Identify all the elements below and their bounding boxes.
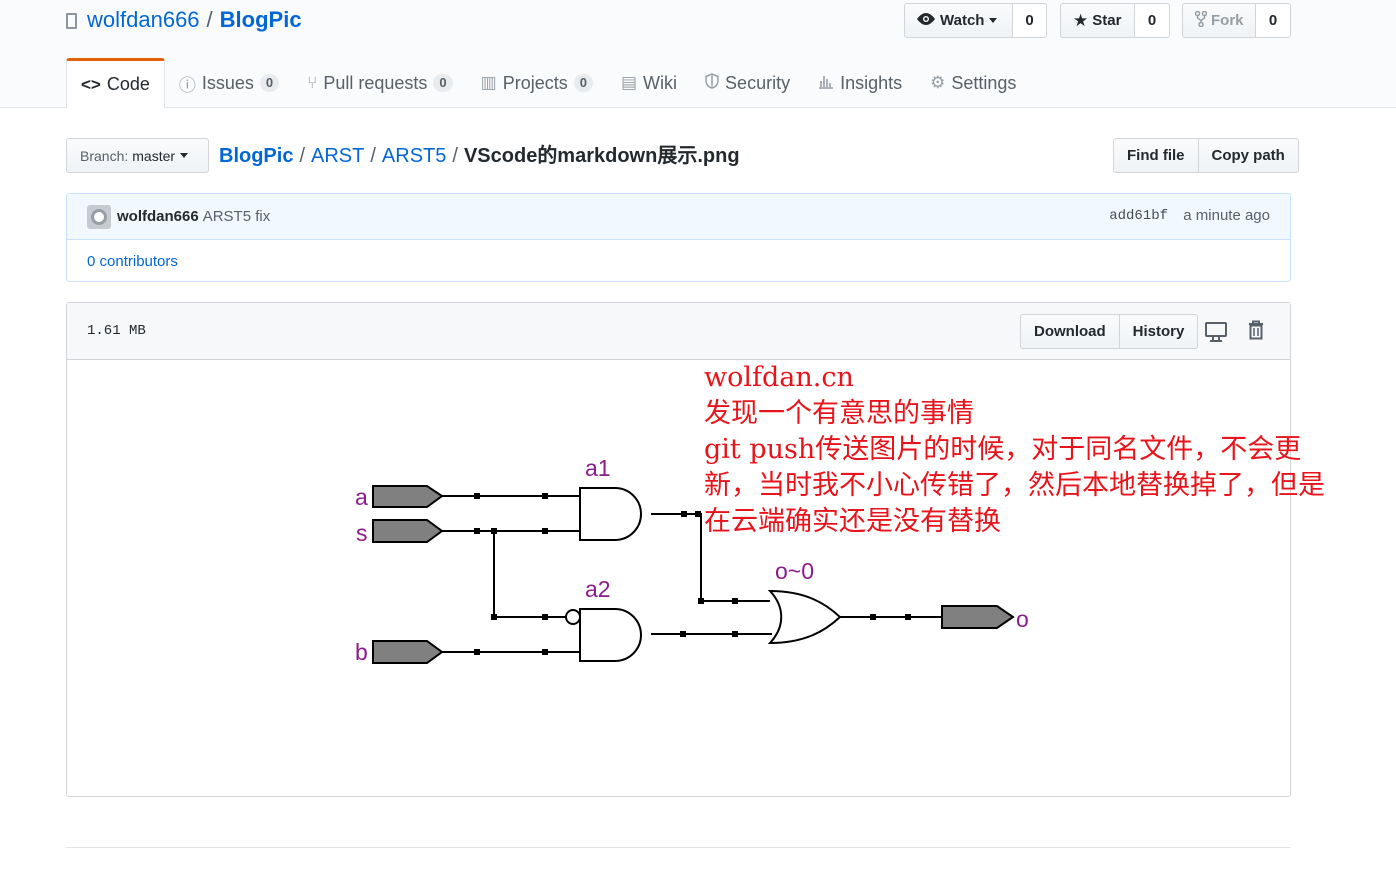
input-pin-b bbox=[372, 640, 444, 664]
shield-icon bbox=[705, 72, 719, 94]
branch-label: Branch: bbox=[80, 147, 129, 164]
fork-count[interactable]: 0 bbox=[1256, 3, 1291, 38]
download-button[interactable]: Download bbox=[1020, 314, 1120, 349]
tab-wiki-label: Wiki bbox=[643, 72, 678, 93]
tab-issues[interactable]: ⓘ Issues 0 bbox=[165, 58, 293, 108]
tab-wiki[interactable]: ▤ Wiki bbox=[607, 58, 691, 108]
github-icon bbox=[91, 208, 107, 225]
fork-label: Fork bbox=[1211, 12, 1244, 29]
copy-path-button[interactable]: Copy path bbox=[1198, 138, 1299, 173]
tab-projects-count: 0 bbox=[573, 74, 593, 92]
star-count[interactable]: 0 bbox=[1135, 3, 1170, 38]
fork-icon bbox=[1194, 10, 1208, 31]
input-pin-a bbox=[372, 485, 444, 508]
branch-value: master bbox=[132, 147, 176, 164]
desktop-icon[interactable] bbox=[1205, 322, 1227, 342]
repo-name-link[interactable]: BlogPic bbox=[220, 6, 302, 34]
gate-label-a2: a2 bbox=[585, 576, 611, 602]
input-label-s: s bbox=[356, 520, 368, 546]
watch-count[interactable]: 0 bbox=[1013, 3, 1047, 38]
breadcrumb-separator: / bbox=[370, 145, 376, 167]
breadcrumb-root[interactable]: BlogPic bbox=[219, 145, 293, 167]
chevron-down-icon bbox=[989, 18, 998, 23]
gear-icon: ⚙ bbox=[930, 73, 946, 92]
branch-select[interactable]: Branch: master bbox=[66, 138, 209, 173]
breadcrumb-file: VScode的markdown展示.png bbox=[463, 145, 740, 167]
tab-security[interactable]: Security bbox=[691, 58, 804, 108]
tab-projects-label: Projects bbox=[502, 72, 568, 93]
gate-label-a1: a1 bbox=[585, 455, 611, 481]
issue-opened-icon: ⓘ bbox=[178, 75, 196, 95]
output-label-o: o bbox=[1016, 606, 1029, 632]
watch-button[interactable]: Watch bbox=[904, 3, 1013, 38]
tab-settings-label: Settings bbox=[951, 72, 1017, 93]
output-pin-o bbox=[941, 605, 1015, 629]
repo-owner-link[interactable]: wolfdan666 bbox=[87, 6, 200, 34]
commit-tease: wolfdan666 ARST5 fix add61bf a minute ag… bbox=[66, 193, 1291, 282]
tab-settings[interactable]: ⚙ Settings bbox=[916, 58, 1030, 108]
commit-sha[interactable]: add61bf bbox=[1109, 208, 1168, 224]
project-icon: ▥ bbox=[480, 73, 497, 92]
breadcrumb-separator: / bbox=[299, 145, 306, 167]
book-icon: ▤ bbox=[620, 73, 638, 92]
commit-author[interactable]: wolfdan666 bbox=[117, 208, 199, 225]
contributors-link[interactable]: 0 contributors bbox=[67, 240, 1290, 270]
repo-nav: <> Code ⓘ Issues 0 ⑂ Pull requests 0 ▥ P… bbox=[66, 58, 1030, 109]
tab-code-label: Code bbox=[106, 74, 150, 94]
tab-pull-requests-label: Pull requests bbox=[323, 72, 428, 93]
file-header: 1.61 MB Download History bbox=[67, 303, 1290, 360]
tab-pull-requests-count: 0 bbox=[433, 74, 453, 92]
breadcrumb-separator: / bbox=[452, 145, 458, 167]
watch-group: Watch 0 bbox=[904, 3, 1047, 38]
trash-icon[interactable] bbox=[1248, 320, 1264, 340]
tab-issues-count: 0 bbox=[259, 74, 280, 92]
annotation-line: wolfdan.cn bbox=[704, 362, 854, 393]
eye-icon bbox=[917, 12, 935, 29]
code-icon: <> bbox=[81, 74, 101, 94]
star-label: Star bbox=[1092, 12, 1122, 29]
star-icon: ★ bbox=[1073, 10, 1089, 30]
fork-group: Fork 0 bbox=[1182, 3, 1291, 38]
repo-header: wolfdan666 / BlogPic Watch 0 ★ Star 0 Fo… bbox=[0, 0, 1396, 109]
commit-message[interactable]: ARST5 fix bbox=[203, 208, 271, 225]
divider bbox=[66, 847, 1291, 848]
tab-security-label: Security bbox=[725, 72, 791, 93]
input-pin-s bbox=[372, 519, 444, 543]
chevron-down-icon bbox=[180, 153, 189, 158]
commit-time: a minute ago bbox=[1183, 207, 1270, 224]
annotation-line: 在云端确实还是没有替换 bbox=[704, 506, 1001, 537]
commit-summary: wolfdan666 ARST5 fix add61bf a minute ag… bbox=[67, 194, 1290, 240]
gate-label-or: o~0 bbox=[775, 558, 814, 584]
repo-separator: / bbox=[206, 7, 213, 32]
annotation-line: git push传送图片的时候，对于同名文件，不会更 bbox=[704, 434, 1302, 465]
input-label-b: b bbox=[355, 639, 368, 665]
annotation-text: wolfdan.cn 发现一个有意思的事情 git push传送图片的时候，对于… bbox=[704, 360, 1325, 540]
annotation-line: 发现一个有意思的事情 bbox=[704, 398, 974, 429]
fork-button[interactable]: Fork bbox=[1182, 3, 1256, 38]
breadcrumb: BlogPic / ARST / ARST5/VScode的markdown展示.png bbox=[219, 142, 740, 170]
breadcrumb-dir-arst5[interactable]: ARST5 bbox=[382, 145, 446, 167]
star-group: ★ Star 0 bbox=[1060, 3, 1170, 38]
git-pull-request-icon: ⑂ bbox=[307, 73, 318, 92]
avatar[interactable] bbox=[87, 204, 111, 229]
file-nav-buttons: Find file Copy path bbox=[1113, 138, 1299, 173]
tab-insights[interactable]: Insights bbox=[804, 58, 916, 108]
file-actions: Download History bbox=[1020, 314, 1199, 349]
tab-projects[interactable]: ▥ Projects 0 bbox=[467, 58, 607, 108]
history-button[interactable]: History bbox=[1119, 314, 1199, 349]
tab-issues-label: Issues bbox=[201, 72, 254, 93]
find-file-button[interactable]: Find file bbox=[1113, 138, 1199, 173]
tab-pull-requests[interactable]: ⑂ Pull requests 0 bbox=[293, 58, 467, 108]
tab-insights-label: Insights bbox=[840, 72, 903, 93]
tab-code[interactable]: <> Code bbox=[66, 58, 165, 109]
star-button[interactable]: ★ Star bbox=[1060, 3, 1135, 38]
annotation-line: 新，当时我不小心传错了，然后本地替换掉了，但是 bbox=[704, 470, 1325, 501]
graph-icon bbox=[818, 73, 834, 94]
breadcrumb-dir-arst[interactable]: ARST bbox=[311, 145, 364, 167]
repo-title: wolfdan666 / BlogPic bbox=[66, 6, 302, 34]
watch-label: Watch bbox=[940, 12, 985, 29]
input-label-a: a bbox=[355, 484, 368, 510]
file-size: 1.61 MB bbox=[87, 323, 146, 339]
repo-icon bbox=[66, 13, 77, 29]
